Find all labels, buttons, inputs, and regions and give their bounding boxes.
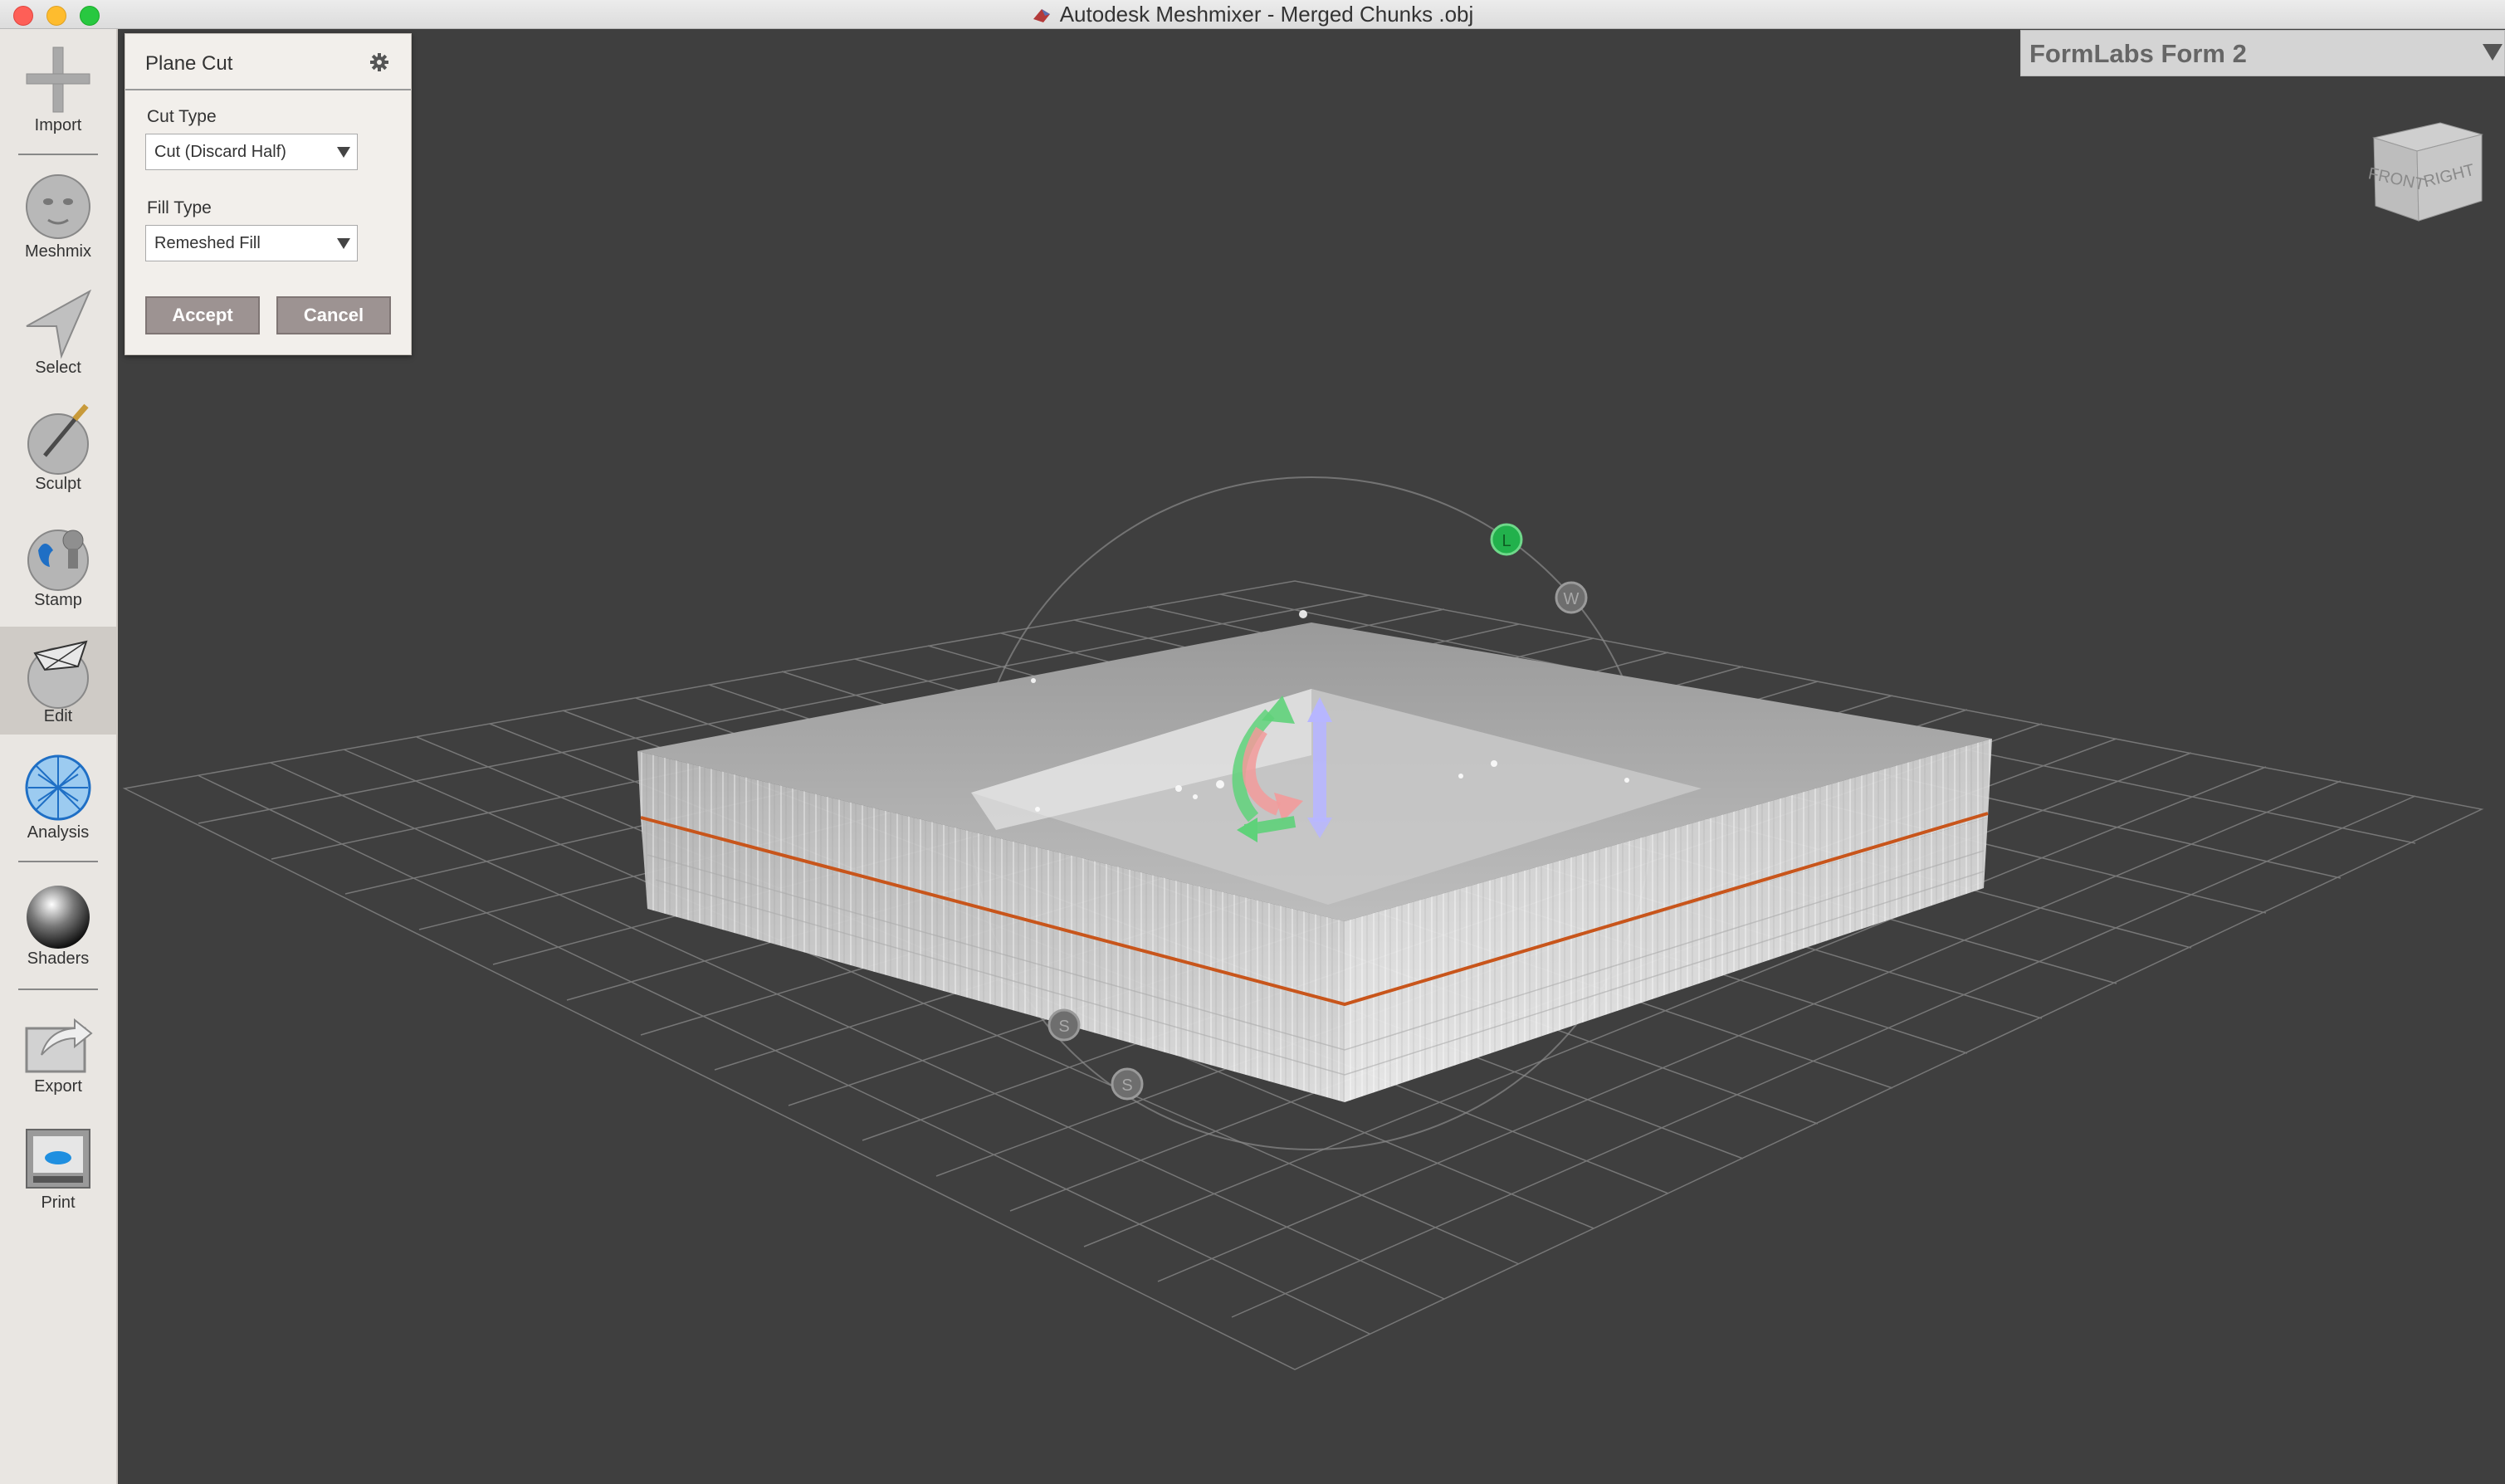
- stamp-sphere-icon: [27, 530, 89, 591]
- tool-label-shaders: Shaders: [27, 949, 90, 968]
- gear-icon[interactable]: [369, 52, 389, 72]
- tool-label-sculpt: Sculpt: [35, 475, 81, 493]
- printer-selected-label: FormLabs Form 2: [2029, 39, 2247, 68]
- analysis-button[interactable]: Analysis: [0, 743, 116, 851]
- tool-label-edit: Edit: [43, 707, 73, 725]
- toolbar-divider: [18, 861, 98, 862]
- fill-type-dropdown[interactable]: Remeshed Fill: [145, 225, 358, 261]
- accept-button[interactable]: Accept: [145, 296, 260, 334]
- shaders-button[interactable]: Shaders: [0, 869, 116, 977]
- fill-type-label: Fill Type: [147, 198, 212, 217]
- tool-label-print: Print: [41, 1194, 76, 1212]
- select-button[interactable]: Select: [0, 278, 116, 386]
- chevron-down-icon: [337, 147, 350, 158]
- plane-cut-panel: Plane Cut Cut Type Cut (Discard Half) Fi…: [125, 33, 412, 355]
- handle-label-w: W: [1564, 590, 1580, 608]
- print-button[interactable]: Print: [0, 1113, 116, 1221]
- mesh-sphere-icon: [25, 754, 91, 821]
- cut-type-value: Cut (Discard Half): [154, 143, 286, 161]
- sculpt-button[interactable]: Sculpt: [0, 394, 116, 502]
- handle-label-top: L: [1502, 532, 1511, 550]
- edit-sphere-icon: [27, 640, 89, 709]
- stamp-button[interactable]: Stamp: [0, 510, 116, 618]
- handle-label-s2: S: [1121, 1076, 1132, 1095]
- bunny-head-icon: [26, 174, 90, 239]
- select-arrow-icon: [26, 289, 92, 359]
- chevron-down-icon: [337, 238, 350, 249]
- tool-label-analysis: Analysis: [27, 823, 90, 842]
- window-title: Autodesk Meshmixer - Merged Chunks .obj: [1059, 2, 1474, 27]
- tool-label-meshmix: Meshmix: [24, 242, 91, 261]
- plus-icon: [26, 46, 90, 113]
- export-button[interactable]: Export: [0, 997, 116, 1105]
- edit-button[interactable]: Edit: [0, 627, 116, 735]
- window-title-container: Autodesk Meshmixer - Merged Chunks .obj: [0, 0, 2505, 28]
- meshmix-button[interactable]: Meshmix: [0, 162, 116, 270]
- import-button[interactable]: Import: [0, 36, 116, 144]
- toolbar-divider: [18, 154, 98, 155]
- brush-sphere-icon: [27, 403, 89, 475]
- cut-type-label: Cut Type: [147, 107, 217, 126]
- tool-label-select: Select: [35, 359, 81, 377]
- handle-label-s1: S: [1058, 1018, 1069, 1036]
- cut-type-dropdown[interactable]: Cut (Discard Half): [145, 134, 358, 170]
- meshmixer-app-icon: [1033, 9, 1050, 22]
- tool-label-export: Export: [34, 1077, 82, 1096]
- tool-label-stamp: Stamp: [34, 591, 82, 609]
- view-cube[interactable]: FRONT RIGHT: [2366, 115, 2490, 231]
- toolbar-divider: [18, 989, 98, 990]
- tool-label-import: Import: [34, 116, 82, 134]
- printer-icon: [26, 1129, 90, 1189]
- export-icon: [25, 1018, 93, 1073]
- cancel-button[interactable]: Cancel: [276, 296, 391, 334]
- 3d-viewport[interactable]: L W S S: [118, 29, 2505, 1484]
- panel-divider: [125, 89, 411, 90]
- title-bar: Autodesk Meshmixer - Merged Chunks .obj: [0, 0, 2505, 29]
- fill-type-value: Remeshed Fill: [154, 234, 261, 252]
- panel-title: Plane Cut: [145, 52, 233, 75]
- chrome-sphere-icon: [27, 886, 90, 949]
- printer-dropdown[interactable]: FormLabs Form 2: [2020, 30, 2505, 76]
- chevron-down-icon: [2483, 44, 2503, 61]
- left-toolbar: Import Meshmix Select Sculpt Stamp Edit …: [0, 29, 118, 1484]
